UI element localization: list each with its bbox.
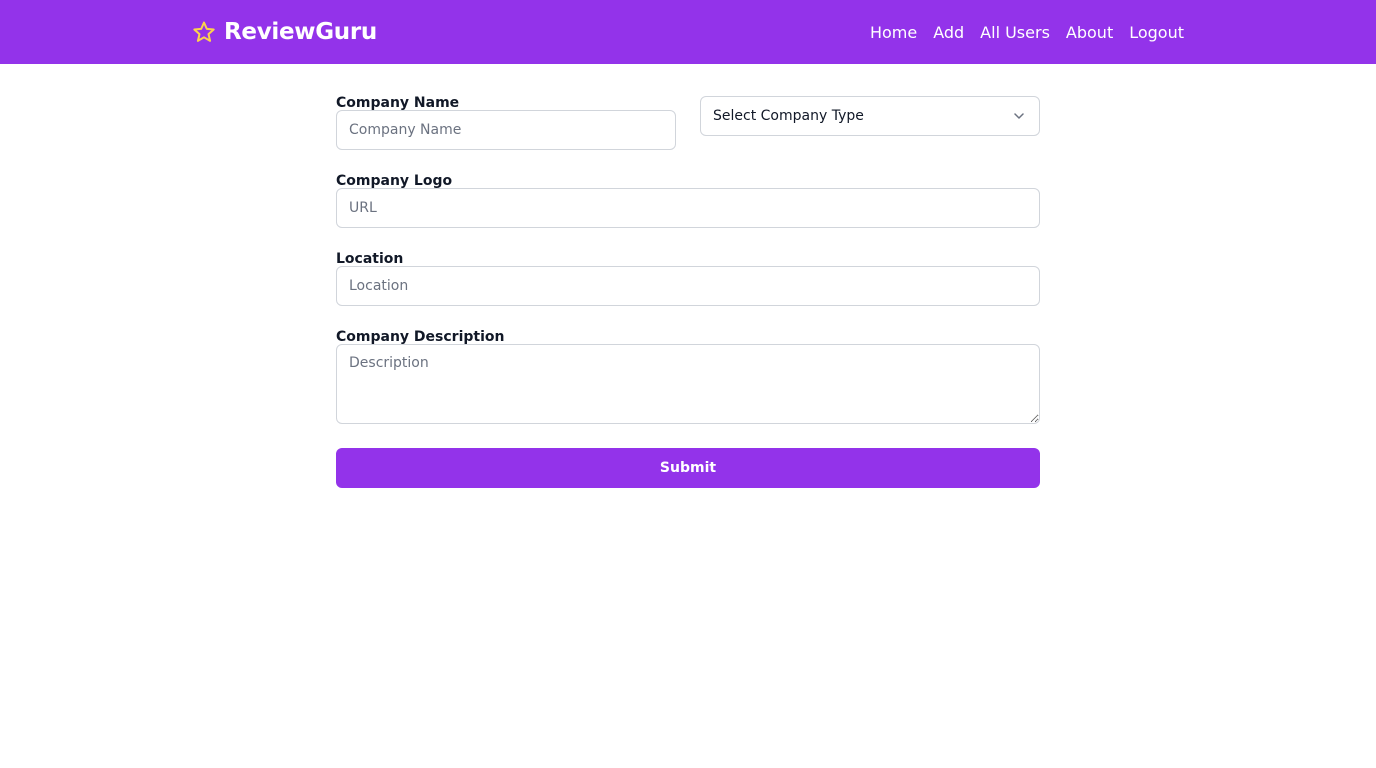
company-name-label: Company Name xyxy=(336,95,460,111)
location-label: Location xyxy=(336,251,404,267)
brand-name: ReviewGuru xyxy=(224,19,378,45)
nav-link-logout[interactable]: Logout xyxy=(1129,23,1184,42)
nav-link-home[interactable]: Home xyxy=(870,23,917,42)
navbar: ReviewGuru Home Add All Users About Logo… xyxy=(0,0,1376,64)
nav-links: Home Add All Users About Logout xyxy=(870,0,1184,64)
company-type-selected-value: Select Company Type xyxy=(713,108,864,124)
submit-button[interactable]: Submit xyxy=(336,448,1040,488)
nav-link-add[interactable]: Add xyxy=(933,23,964,42)
company-type-select[interactable]: Select Company Type xyxy=(700,96,1040,136)
nav-link-all-users[interactable]: All Users xyxy=(980,23,1050,42)
company-logo-url-input[interactable] xyxy=(336,188,1040,228)
company-logo-label: Company Logo xyxy=(336,173,453,189)
company-description-label: Company Description xyxy=(336,329,505,345)
location-input[interactable] xyxy=(336,266,1040,306)
chevron-down-icon xyxy=(1014,113,1024,119)
star-icon xyxy=(193,21,215,42)
description-textarea[interactable] xyxy=(336,344,1040,424)
brand[interactable]: ReviewGuru xyxy=(192,0,377,64)
nav-link-about[interactable]: About xyxy=(1066,23,1113,42)
company-name-input[interactable] xyxy=(336,110,676,150)
